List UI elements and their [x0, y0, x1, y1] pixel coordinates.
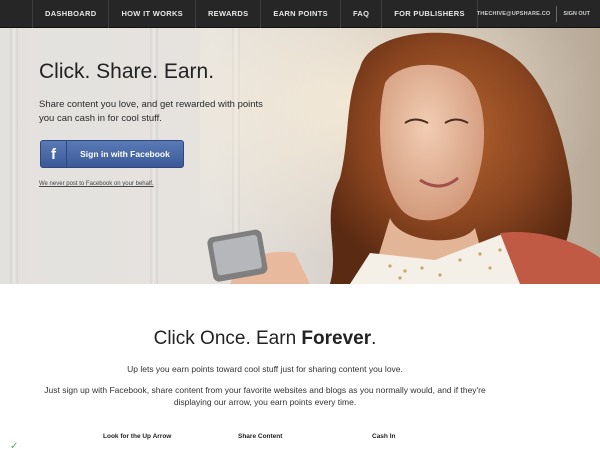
- hero-woman-photo: [200, 28, 600, 284]
- nav-account: THECHIVE@UPSHARE.CO SIGN OUT: [477, 0, 590, 28]
- nav-item-how-it-works[interactable]: HOW IT WORKS: [108, 0, 195, 28]
- facebook-privacy-link[interactable]: We never post to Facebook on your behalf…: [39, 181, 154, 187]
- window-frame-decoration: [10, 28, 18, 284]
- section-title-suffix: .: [371, 328, 377, 349]
- facebook-signin-button[interactable]: f Sign in with Facebook: [40, 140, 184, 168]
- nav-item-for-publishers[interactable]: FOR PUBLISHERS: [381, 0, 478, 28]
- facebook-icon: f: [41, 141, 67, 167]
- hero-title: Click. Share. Earn.: [39, 60, 215, 83]
- sign-out-link[interactable]: SIGN OUT: [557, 11, 590, 17]
- checkmark-icon: ✓: [10, 441, 19, 452]
- step-share-content: Share Content: [238, 433, 283, 440]
- step-look-for-arrow: Look for the Up Arrow: [103, 433, 172, 440]
- section-title-prefix: Click Once. Earn: [153, 328, 302, 349]
- nav-item-rewards[interactable]: REWARDS: [194, 0, 260, 28]
- nav-item-faq[interactable]: FAQ: [339, 0, 381, 28]
- top-nav: DASHBOARD HOW IT WORKS REWARDS EARN POIN…: [0, 0, 600, 28]
- hero-subtitle: Share content you love, and get rewarded…: [39, 99, 263, 124]
- facebook-signin-label: Sign in with Facebook: [80, 149, 170, 159]
- section-title-bold: Forever: [301, 328, 372, 349]
- section-description: Just sign up with Facebook, share conten…: [44, 385, 486, 407]
- nav-items: DASHBOARD HOW IT WORKS REWARDS EARN POIN…: [32, 0, 478, 28]
- nav-item-earn-points[interactable]: EARN POINTS: [260, 0, 340, 28]
- account-email-link[interactable]: THECHIVE@UPSHARE.CO: [477, 11, 557, 17]
- nav-item-dashboard[interactable]: DASHBOARD: [32, 0, 108, 28]
- hero-banner: Click. Share. Earn. Share content you lo…: [0, 28, 600, 284]
- section-title: Click Once. Earn Forever.: [0, 328, 530, 350]
- section-intro: Up lets you earn points toward cool stuf…: [127, 364, 403, 374]
- page: DASHBOARD HOW IT WORKS REWARDS EARN POIN…: [0, 0, 600, 452]
- how-it-works-section: Click Once. Earn Forever. Up lets you ea…: [0, 284, 600, 452]
- step-cash-in: Cash In: [372, 433, 396, 440]
